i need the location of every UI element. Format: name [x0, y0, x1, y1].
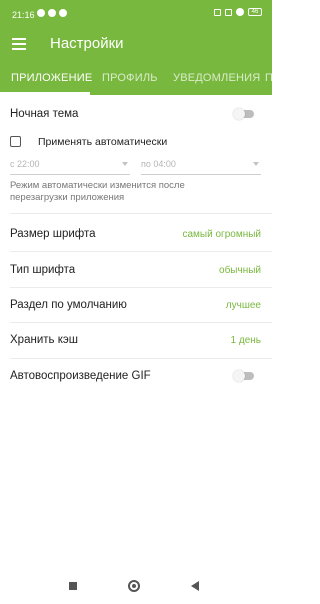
font-type-value: обычный — [219, 265, 261, 276]
auto-apply-label: Применять автоматически — [38, 136, 168, 148]
default-section-value: лучшее — [225, 300, 261, 311]
gif-autoplay-row[interactable]: Автовоспроизведение GIF — [0, 360, 272, 392]
app-bar: Настройки — [0, 28, 272, 61]
chevron-down-icon — [122, 162, 128, 166]
cache-row[interactable]: Хранить кэш 1 день — [0, 324, 272, 356]
divider — [10, 358, 272, 359]
hamburger-menu-icon[interactable] — [12, 38, 26, 50]
top-bar: 21:16 46 Настройки ПРИЛОЖЕНИЕ ПРОФИЛЬ УВ… — [0, 0, 273, 95]
from-time-select[interactable]: с 22:00 — [10, 159, 130, 175]
gif-autoplay-toggle[interactable] — [233, 370, 254, 382]
default-section-row[interactable]: Раздел по умолчанию лучшее — [0, 289, 272, 321]
font-size-row[interactable]: Размер шрифта самый огромный — [0, 218, 272, 250]
recents-square-icon[interactable] — [69, 582, 77, 590]
gamepad-icon — [48, 9, 56, 17]
to-time-value: по 04:00 — [141, 159, 176, 169]
cloud-icon — [37, 9, 45, 17]
status-bar: 21:16 46 — [0, 0, 272, 28]
gif-autoplay-label: Автовоспроизведение GIF — [10, 370, 151, 382]
tab-bar: ПРИЛОЖЕНИЕ ПРОФИЛЬ УВЕДОМЛЕНИЯ П — [0, 61, 273, 95]
night-theme-row[interactable]: Ночная тема — [0, 99, 272, 129]
page-title: Настройки — [50, 35, 124, 52]
signal-icon — [225, 8, 232, 16]
default-section-label: Раздел по умолчанию — [10, 299, 127, 311]
sim-icon — [214, 8, 221, 16]
chevron-down-icon — [253, 162, 259, 166]
font-size-label: Размер шрифта — [10, 228, 96, 240]
divider — [10, 251, 272, 252]
divider — [10, 287, 272, 288]
auto-apply-checkbox[interactable] — [10, 136, 21, 147]
tab-profile[interactable]: ПРОФИЛЬ — [102, 72, 158, 84]
font-size-value: самый огромный — [182, 229, 262, 240]
settings-gear-icon — [59, 9, 67, 17]
divider — [10, 213, 272, 214]
back-triangle-icon[interactable] — [191, 581, 199, 591]
status-notification-icons — [37, 9, 67, 17]
night-theme-toggle[interactable] — [233, 108, 254, 120]
to-time-select[interactable]: по 04:00 — [141, 159, 261, 175]
font-type-label: Тип шрифта — [10, 264, 76, 276]
from-time-value: с 22:00 — [10, 159, 40, 169]
cache-label: Хранить кэш — [10, 334, 78, 346]
tab-app[interactable]: ПРИЛОЖЕНИЕ — [11, 72, 92, 84]
wifi-icon — [236, 8, 244, 16]
status-time: 21:16 — [12, 10, 35, 20]
battery-icon: 46 — [248, 8, 262, 16]
auto-hint-text: Режим автоматически изменится после пере… — [10, 180, 185, 203]
tab-notifications[interactable]: УВЕДОМЛЕНИЯ — [173, 72, 260, 84]
night-theme-label: Ночная тема — [10, 108, 79, 120]
system-nav-bar — [0, 568, 272, 604]
home-circle-icon[interactable] — [128, 580, 140, 592]
active-tab-indicator — [0, 92, 90, 95]
cache-value: 1 день — [230, 335, 261, 346]
divider — [10, 322, 272, 323]
tab-next[interactable]: П — [265, 72, 273, 84]
status-system-icons: 46 — [214, 8, 262, 16]
font-type-row[interactable]: Тип шрифта обычный — [0, 253, 272, 285]
